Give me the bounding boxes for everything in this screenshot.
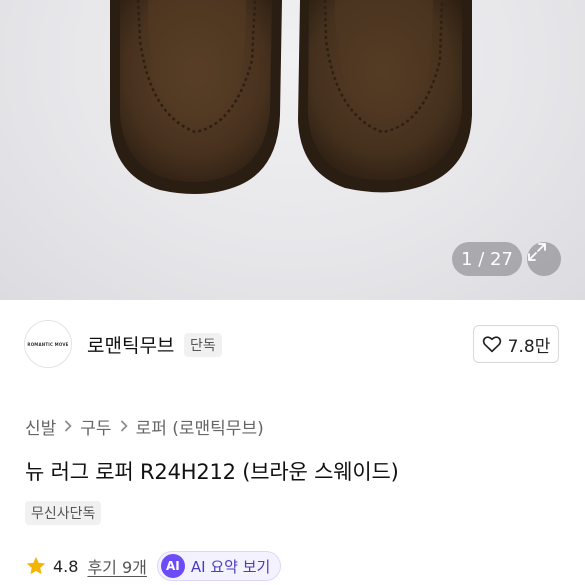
expand-icon bbox=[528, 243, 546, 261]
product-title: 뉴 러그 로퍼 R24H212 (브라운 스웨이드) bbox=[25, 460, 399, 484]
expand-image-button[interactable] bbox=[527, 242, 561, 276]
store-exclusive-badge: 무신사단독 bbox=[25, 501, 102, 525]
chevron-right-icon bbox=[120, 420, 128, 432]
breadcrumb-item[interactable]: 로퍼 (로맨틱무브) bbox=[136, 414, 264, 439]
exclusive-badge: 단독 bbox=[184, 333, 222, 357]
ai-summary-label: AI 요약 보기 bbox=[190, 557, 271, 576]
product-image-gallery[interactable]: 1 / 27 bbox=[0, 0, 585, 300]
brand-logo-text: ROMANTIC MOVE bbox=[27, 341, 69, 347]
brand-avatar[interactable]: ROMANTIC MOVE bbox=[24, 320, 72, 368]
star-icon bbox=[26, 556, 46, 575]
heart-icon bbox=[482, 336, 501, 353]
rating-score: 4.8 bbox=[53, 556, 79, 576]
chevron-right-icon bbox=[64, 420, 72, 432]
like-count: 7.8만 bbox=[507, 336, 551, 357]
ai-summary-button[interactable]: AI AI 요약 보기 bbox=[156, 551, 282, 581]
rating-row: 4.8 후기 9개 AI AI 요약 보기 bbox=[25, 551, 282, 581]
brand-like-button[interactable]: 7.8만 bbox=[473, 325, 559, 363]
brand-row: ROMANTIC MOVE 로맨틱무브 단독 7.8만 bbox=[0, 300, 585, 388]
ai-icon: AI bbox=[160, 554, 185, 578]
breadcrumb-item[interactable]: 신발 bbox=[25, 414, 56, 439]
breadcrumb: 신발 구두 로퍼 (로맨틱무브) bbox=[25, 413, 264, 439]
review-count-link[interactable]: 후기 9개 bbox=[87, 554, 146, 578]
breadcrumb-item[interactable]: 구두 bbox=[80, 414, 111, 439]
image-counter: 1 / 27 bbox=[452, 242, 522, 276]
brand-name[interactable]: 로맨틱무브 bbox=[87, 331, 174, 358]
